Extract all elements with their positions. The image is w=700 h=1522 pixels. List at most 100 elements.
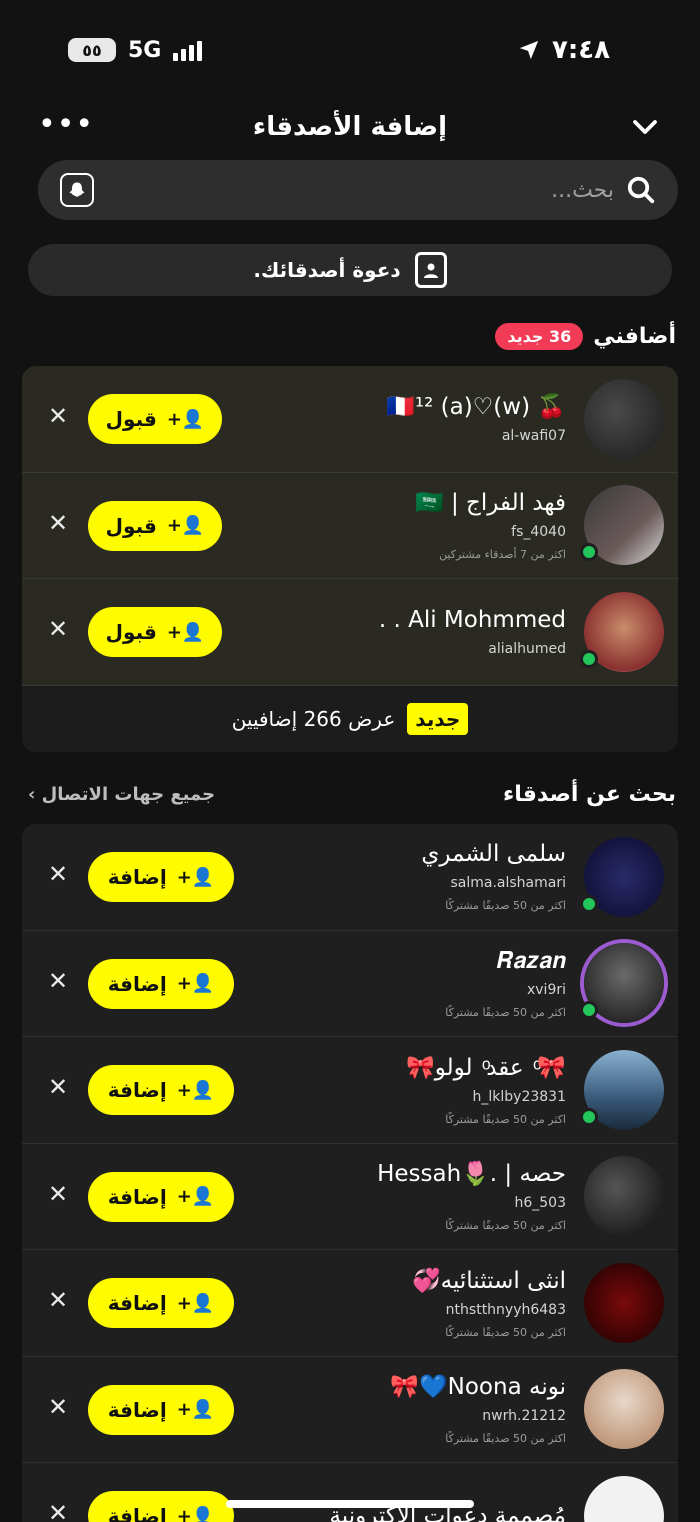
status-left: ٥٥ 5G — [68, 37, 203, 63]
search-input[interactable] — [94, 177, 614, 203]
find-friends-list: سلمى الشمري salma.alshamari اكثر من 50 ص… — [22, 824, 678, 1522]
avatar[interactable] — [580, 836, 664, 917]
battery-indicator: ٥٥ — [68, 38, 116, 62]
add-button[interactable]: 👤+ إضافة — [88, 1278, 234, 1328]
row-mutual: اكثر من 50 صديقًا مشتركًا — [445, 1219, 566, 1233]
add-label: إضافة — [107, 1184, 167, 1209]
row-mutual: اكثر من 50 صديقًا مشتركًا — [445, 1005, 566, 1019]
add-person-icon: 👤+ — [176, 1186, 215, 1207]
dismiss-icon[interactable]: ✕ — [46, 1501, 70, 1522]
added-me-list: 🍒 🇫🇷¹² (a)♡(w) al-wafi07 👤+ قبول ✕ فهد ا… — [22, 366, 678, 752]
avatar[interactable] — [584, 1475, 664, 1522]
dismiss-icon[interactable]: ✕ — [46, 1288, 70, 1312]
online-indicator — [580, 1001, 598, 1020]
chevron-down-icon[interactable] — [630, 112, 660, 142]
row-mutual: اكثر من 50 صديقًا مشتركًا — [445, 1432, 566, 1446]
add-button[interactable]: 👤+ إضافة — [88, 958, 234, 1009]
online-indicator — [580, 1107, 598, 1126]
clock: ٧:٤٨ — [551, 35, 610, 65]
dismiss-icon[interactable]: ✕ — [46, 969, 70, 993]
find-friends-header: بحث عن أصدقاء جميع جهات الاتصال › — [28, 776, 676, 812]
nav-bar: ••• إضافة الأصدقاء — [0, 100, 700, 154]
added-me-header: أضافني 36 جديد — [28, 318, 676, 354]
row-mutual: اكثر من 50 صديقًا مشتركًا — [445, 899, 566, 913]
more-options-button[interactable]: ••• — [38, 110, 94, 140]
added-me-title: أضافني — [593, 323, 676, 349]
dismiss-icon[interactable]: ✕ — [46, 862, 70, 886]
status-right: ٧:٤٨ — [518, 35, 610, 65]
avatar[interactable] — [580, 591, 664, 672]
location-arrow-icon — [519, 40, 539, 60]
invite-friends-button[interactable]: دعوة أصدقائك. — [28, 244, 672, 296]
dismiss-icon[interactable]: ✕ — [46, 1395, 70, 1419]
add-person-icon: 👤+ — [176, 973, 215, 994]
list-item[interactable]: Ali Mohmmed . . alialhumed 👤+ قبول ✕ — [22, 579, 678, 686]
row-mutual: اكثر من 50 صديقًا مشتركًا — [445, 1112, 566, 1126]
list-item[interactable]: مُصممة دعوات الأكترونية 👤+ إضافة ✕ — [22, 1463, 678, 1522]
accept-label: قبول — [105, 620, 157, 644]
view-more-button[interactable]: جديد عرض 266 إضافيين — [22, 685, 678, 752]
dismiss-icon[interactable]: ✕ — [46, 404, 70, 428]
add-person-icon: 👤+ — [176, 1292, 215, 1314]
list-item[interactable]: سلمى الشمري salma.alshamari اكثر من 50 ص… — [22, 824, 678, 931]
add-person-icon: 👤+ — [176, 1399, 215, 1420]
add-label: إضافة — [107, 971, 167, 996]
add-button[interactable]: 👤+ إضافة — [88, 1491, 234, 1522]
add-person-icon: 👤+ — [166, 621, 205, 643]
search-icon — [627, 176, 655, 204]
new-count-badge: 36 جديد — [495, 322, 584, 350]
dismiss-icon[interactable]: ✕ — [46, 1182, 70, 1206]
added-me-title-group: أضافني 36 جديد — [495, 322, 676, 350]
status-bar: ٥٥ 5G ٧:٤٨ — [0, 0, 700, 100]
add-button[interactable]: 👤+ إضافة — [88, 1171, 234, 1222]
signal-icon — [173, 39, 203, 61]
home-indicator[interactable] — [226, 1500, 474, 1508]
dismiss-icon[interactable]: ✕ — [46, 511, 70, 535]
row-mutual: اكثر من 50 صديقًا مشتركًا — [445, 1325, 566, 1339]
search-bar[interactable] — [38, 160, 678, 220]
find-friends-title: بحث عن أصدقاء — [503, 781, 676, 807]
network-label: 5G — [128, 37, 162, 63]
avatar[interactable] — [580, 1049, 664, 1130]
contacts-book-icon — [414, 252, 447, 288]
accept-button[interactable]: 👤+ قبول — [88, 394, 222, 444]
list-item[interactable]: 𝑹𝒂𝒛𝒂𝒏 xvi9ri اكثر من 50 صديقًا مشتركًا 👤… — [22, 931, 678, 1037]
list-item[interactable]: 🎀 ͦ عقد ͦ لولو🎀 h_lklby23831 اكثر من 50 … — [22, 1037, 678, 1144]
avatar[interactable] — [580, 943, 664, 1024]
add-label: إضافة — [107, 1291, 167, 1315]
avatar[interactable] — [584, 1262, 664, 1343]
add-person-icon: 👤+ — [166, 408, 205, 430]
accept-button[interactable]: 👤+ قبول — [88, 607, 222, 657]
list-item[interactable]: انثى استثنائيه💞 nthstthnyyh6483 اكثر من … — [22, 1250, 678, 1357]
add-label: إضافة — [107, 1078, 167, 1102]
accept-label: قبول — [105, 513, 157, 538]
dismiss-icon[interactable]: ✕ — [46, 1075, 70, 1099]
page-title: إضافة الأصدقاء — [252, 112, 448, 142]
new-tag: جديد — [407, 702, 469, 735]
add-button[interactable]: 👤+ إضافة — [88, 1065, 234, 1115]
all-contacts-link[interactable]: جميع جهات الاتصال › — [28, 784, 215, 805]
list-item[interactable]: نونه Noona💙🎀 nwrh.21212 اكثر من 50 صديقً… — [22, 1357, 678, 1463]
add-button[interactable]: 👤+ إضافة — [88, 852, 234, 902]
add-person-icon: 👤+ — [176, 866, 215, 888]
dismiss-icon[interactable]: ✕ — [46, 617, 70, 641]
add-label: إضافة — [107, 1397, 167, 1422]
online-indicator — [580, 543, 598, 562]
avatar[interactable] — [584, 1369, 664, 1450]
list-item[interactable]: فهد الفراج | 🇸🇦 fs_4040 اكثر من 7 أصدقاء… — [22, 473, 678, 579]
avatar[interactable] — [584, 1156, 664, 1237]
snapcode-ghost-icon[interactable] — [60, 173, 94, 207]
avatar[interactable] — [580, 485, 664, 566]
add-label: إضافة — [107, 1504, 167, 1522]
avatar[interactable] — [584, 378, 664, 459]
accept-button[interactable]: 👤+ قبول — [88, 500, 222, 551]
list-item[interactable]: 🍒 🇫🇷¹² (a)♡(w) al-wafi07 👤+ قبول ✕ — [22, 366, 678, 473]
add-label: إضافة — [107, 865, 167, 889]
add-button[interactable]: 👤+ إضافة — [88, 1384, 234, 1435]
add-person-icon: 👤+ — [176, 1505, 215, 1522]
add-person-icon: 👤+ — [166, 515, 205, 536]
accept-label: قبول — [105, 407, 157, 431]
view-more-label: عرض 266 إضافيين — [231, 706, 396, 731]
list-item[interactable]: حصه | .🌷Hessah h6_503 اكثر من 50 صديقًا … — [22, 1144, 678, 1250]
online-indicator — [580, 649, 598, 668]
